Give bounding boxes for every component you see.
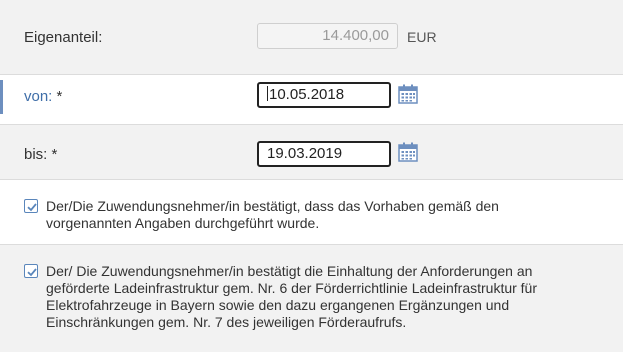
confirm-2-line: geförderte Ladeinfrastruktur gem. Nr. 6 …	[46, 280, 538, 296]
eigenanteil-unit: EUR	[407, 29, 437, 45]
von-required-mark: *	[56, 88, 63, 105]
confirm-2-line: Elektrofahrzeuge in Bayern sowie den daz…	[46, 297, 510, 313]
von-label-text: von:	[24, 88, 53, 105]
bis-required-mark: *	[51, 146, 58, 163]
confirm-2-checkbox[interactable]	[24, 264, 38, 278]
eigenanteil-label: Eigenanteil:	[24, 29, 103, 46]
von-date-value: 10.05.2018	[269, 86, 345, 103]
bis-label: bis: *	[24, 146, 57, 163]
confirm-1-checkbox[interactable]	[24, 199, 38, 213]
confirm-1-text: Der/Die Zuwendungsnehmer/in bestätigt, d…	[46, 198, 499, 232]
checkmark-icon	[27, 203, 37, 212]
von-label: von: *	[24, 88, 62, 105]
active-row-indicator	[0, 80, 3, 114]
confirm-1-line: vorgenannten Angaben durchgeführt wurde.	[46, 215, 320, 231]
confirm-2-line: Der/ Die Zuwendungsnehmer/in bestätigt d…	[46, 263, 533, 279]
von-date-input[interactable]: 10.05.2018	[257, 82, 391, 108]
checkmark-icon	[27, 268, 37, 277]
confirm-2-text: Der/ Die Zuwendungsnehmer/in bestätigt d…	[46, 263, 537, 331]
calendar-icon[interactable]	[398, 142, 418, 162]
confirm-1-line: Der/Die Zuwendungsnehmer/in bestätigt, d…	[46, 198, 499, 214]
confirm-2-line: Einschränkungen gem. Nr. 7 des jeweilige…	[46, 314, 407, 330]
eigenanteil-field: 14.400,00	[257, 23, 398, 49]
row-eigenanteil: Eigenanteil: 14.400,00 EUR	[0, 0, 623, 74]
bis-date-input[interactable]: 19.03.2019	[257, 141, 391, 167]
text-cursor	[267, 86, 268, 101]
calendar-icon[interactable]	[398, 84, 418, 104]
bis-label-text: bis:	[24, 146, 48, 163]
